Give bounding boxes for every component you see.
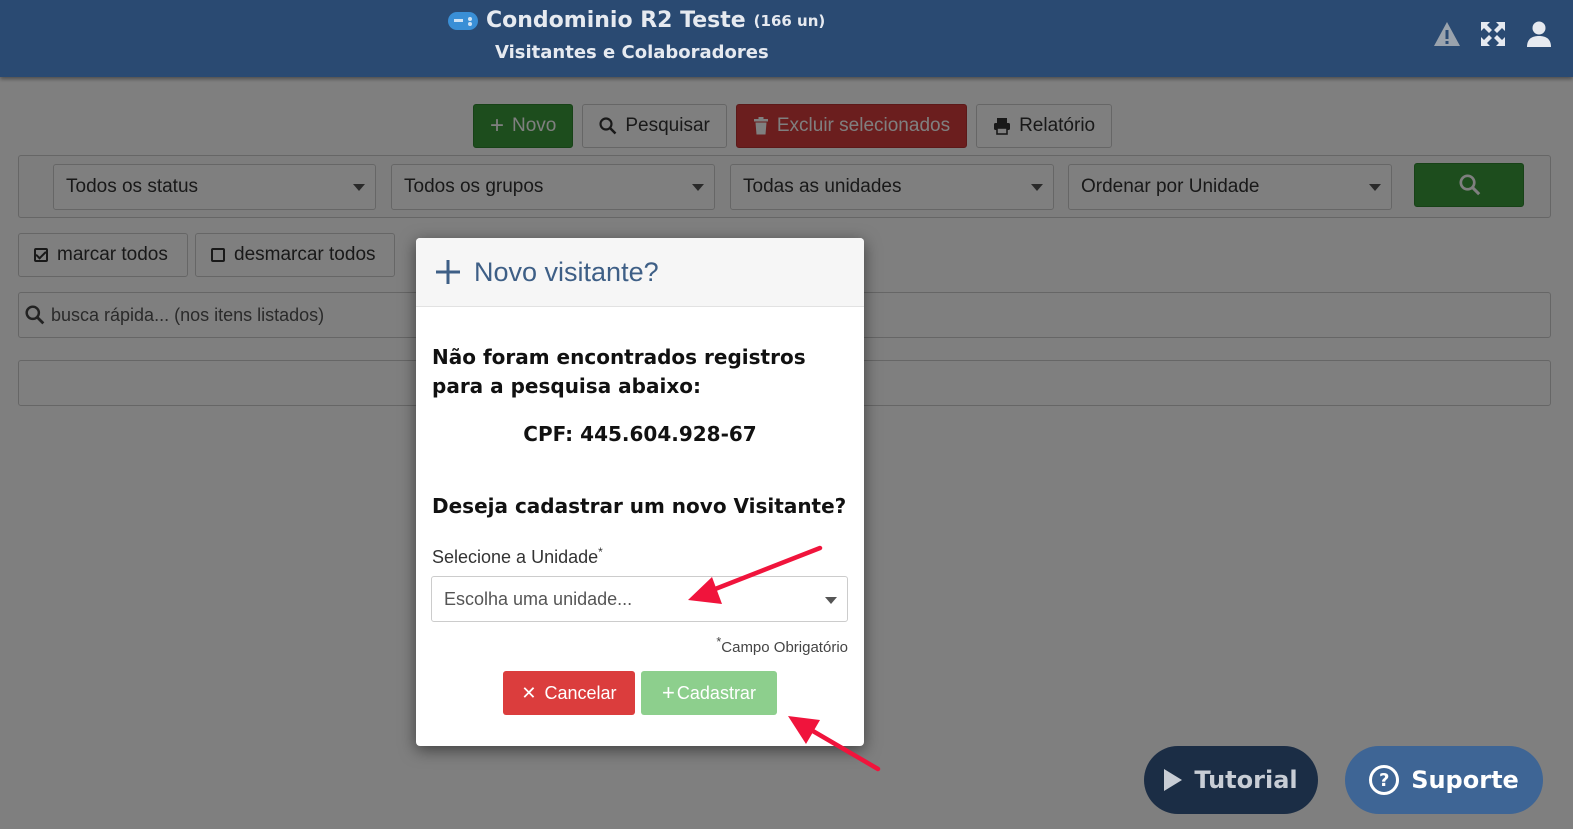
warning-icon[interactable]	[1433, 20, 1461, 48]
cancel-button[interactable]: ✕ Cancelar	[503, 671, 635, 715]
tutorial-button[interactable]: Tutorial	[1144, 746, 1318, 814]
unit-select-placeholder: Escolha uma unidade...	[444, 588, 633, 609]
not-found-message: Não foram encontrados registros para a p…	[432, 345, 806, 398]
gamepad-icon	[448, 11, 478, 30]
unit-count: (166 un)	[753, 11, 826, 30]
unit-label-text: Selecione a Unidade	[432, 547, 599, 567]
searched-cpf: CPF: 445.604.928-67	[523, 422, 757, 446]
required-note-text: Campo Obrigatório	[721, 639, 848, 656]
modal-title: Novo visitante?	[474, 256, 659, 287]
required-asterisk: *	[598, 545, 603, 559]
chevron-down-icon	[825, 597, 837, 604]
register-button-label: Cadastrar	[676, 682, 756, 703]
new-visitor-modal: Novo visitante? Não foram encontrados re…	[416, 238, 864, 746]
cancel-button-label: Cancelar	[544, 682, 617, 703]
support-label: Suporte	[1411, 766, 1519, 794]
plus-icon: +	[662, 680, 675, 705]
close-icon: ✕	[521, 682, 537, 703]
unit-select[interactable]: Escolha uma unidade...	[431, 576, 848, 622]
register-button[interactable]: + Cadastrar	[641, 671, 777, 715]
header-title-group: Condominio R2 Teste (166 un)	[448, 8, 825, 33]
app-header: Condominio R2 Teste (166 un) Visitantes …	[0, 0, 1573, 77]
unit-field-label: Selecione a Unidade*	[432, 545, 603, 568]
user-icon[interactable]	[1525, 20, 1553, 48]
expand-icon[interactable]	[1479, 20, 1507, 48]
header-tools	[1433, 20, 1553, 48]
modal-header: Novo visitante?	[416, 238, 864, 307]
page-subtitle: Visitantes e Colaboradores	[495, 42, 769, 63]
modal-actions: ✕ Cancelar + Cadastrar	[503, 671, 777, 715]
question-circle-icon: ?	[1369, 765, 1400, 795]
required-field-note: *Campo Obrigatório	[716, 635, 848, 656]
support-button[interactable]: ? Suporte	[1345, 746, 1543, 814]
register-question: Deseja cadastrar um novo Visitante?	[432, 494, 847, 518]
condominium-name: Condominio R2 Teste	[486, 8, 746, 33]
tutorial-label: Tutorial	[1194, 766, 1298, 794]
plus-icon	[436, 260, 460, 284]
play-icon	[1164, 769, 1183, 791]
